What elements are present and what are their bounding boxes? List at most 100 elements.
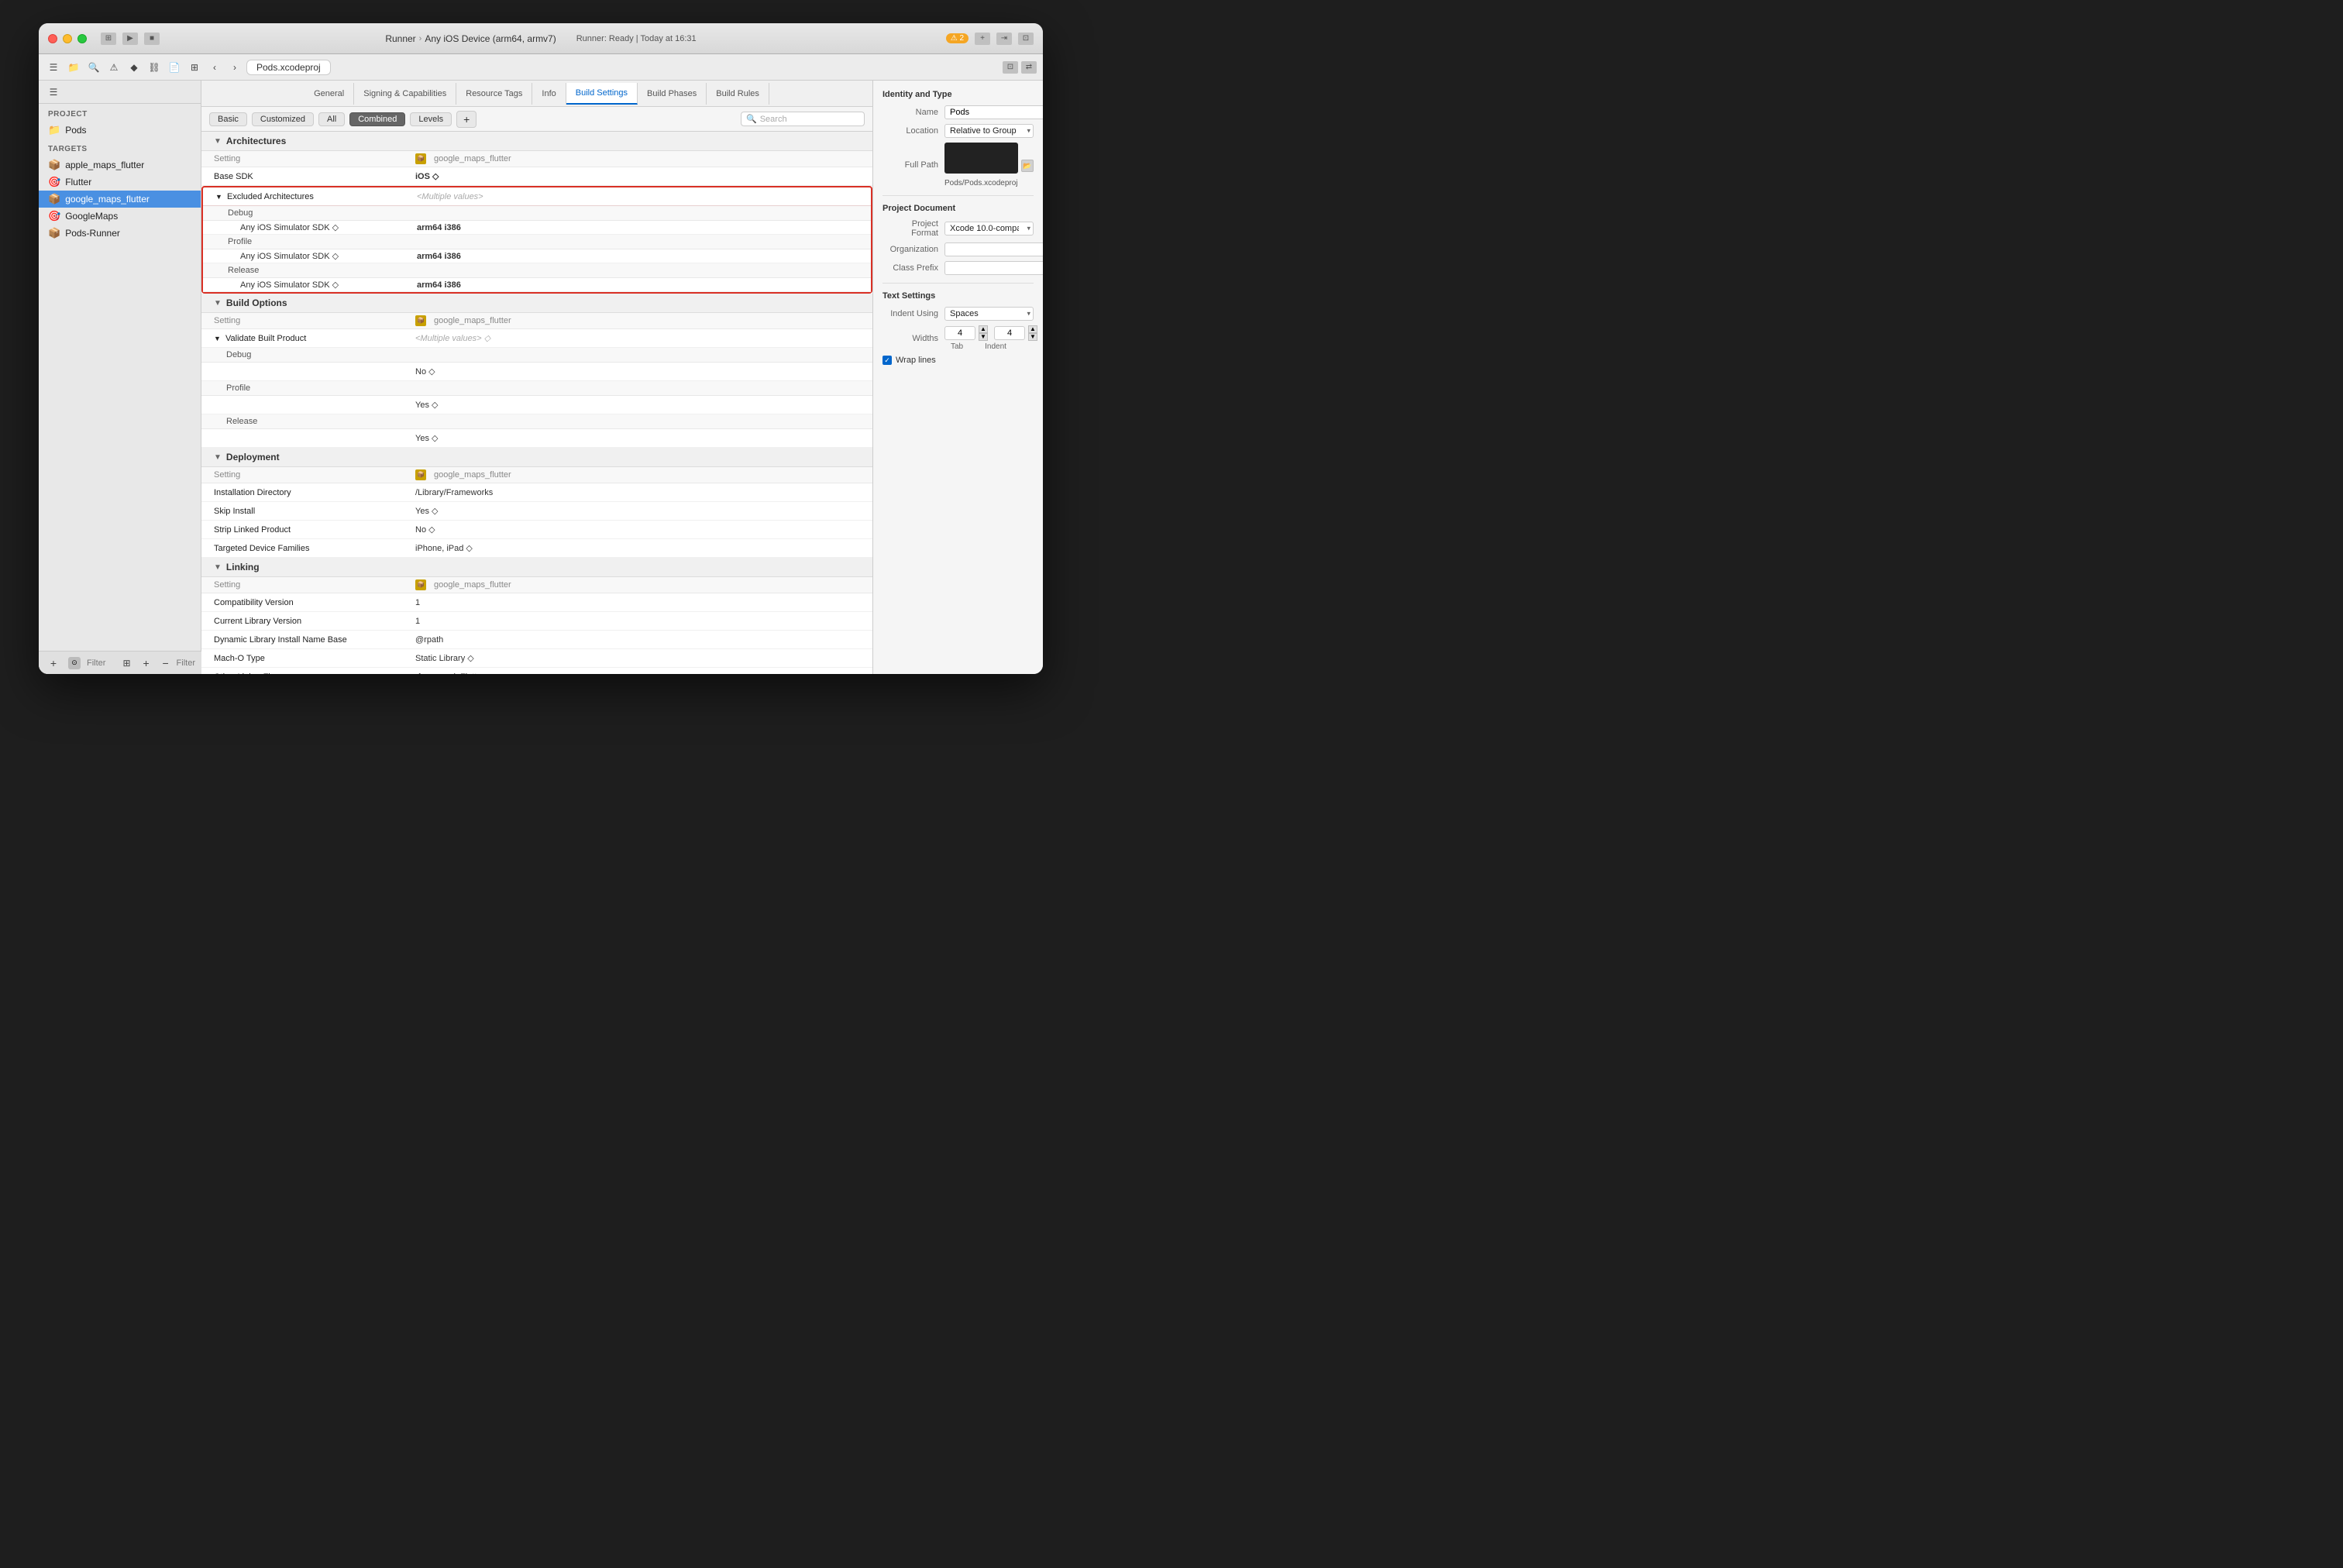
choose-path-btn[interactable]: 📂: [1021, 160, 1034, 172]
linking-header[interactable]: ▼ Linking: [201, 558, 872, 577]
debug-sim-row[interactable]: Any iOS Simulator SDK ◇ arm64 i386: [203, 221, 871, 235]
search-icon: 🔍: [746, 114, 757, 124]
filter-remove-btn[interactable]: −: [157, 655, 174, 672]
compat-version-row[interactable]: Compatibility Version 1: [201, 593, 872, 612]
filter-add-btn[interactable]: +: [138, 655, 155, 672]
filter-all-btn[interactable]: All: [318, 112, 345, 126]
name-input[interactable]: [944, 105, 1043, 119]
class-prefix-input[interactable]: [944, 261, 1043, 275]
tab-build-rules[interactable]: Build Rules: [707, 83, 769, 105]
breadcrumb-runner[interactable]: Runner: [385, 33, 415, 44]
validate-row[interactable]: ▼ Validate Built Product <Multiple value…: [201, 329, 872, 348]
dynamic-lib-row[interactable]: Dynamic Library Install Name Base @rpath: [201, 631, 872, 649]
indent-stepper-up[interactable]: ▲: [1028, 325, 1037, 333]
architectures-header[interactable]: ▼ Architectures: [201, 132, 872, 151]
sidebar-toggle-btn[interactable]: ☰: [45, 84, 62, 101]
tab-build-settings[interactable]: Build Settings: [566, 83, 638, 105]
layout-icon[interactable]: ⊡: [1018, 33, 1034, 45]
filter-levels-btn[interactable]: Levels: [410, 112, 452, 126]
filter-customized-btn[interactable]: Customized: [252, 112, 314, 126]
filter-combined-btn[interactable]: Combined: [349, 112, 405, 126]
minimize-button[interactable]: [63, 34, 72, 43]
maximize-button[interactable]: [77, 34, 87, 43]
other-linker-row[interactable]: Other Linker Flags -framework Flutter: [201, 668, 872, 674]
pkg-icon-2: 📦: [415, 315, 426, 326]
grid-btn[interactable]: ⊞: [186, 59, 203, 76]
tab-stepper-up[interactable]: ▲: [979, 325, 988, 333]
tab-resource-tags[interactable]: Resource Tags: [456, 83, 532, 105]
sidebar-show-btn[interactable]: ☰: [45, 59, 62, 76]
indent-width-input[interactable]: [994, 326, 1025, 340]
file-btn[interactable]: 📄: [166, 59, 183, 76]
deployment-title: Deployment: [226, 452, 280, 462]
install-dir-row[interactable]: Installation Directory /Library/Framewor…: [201, 483, 872, 502]
project-format-select[interactable]: Xcode 10.0-compatible: [944, 222, 1034, 236]
tab-signing[interactable]: Signing & Capabilities: [354, 83, 456, 105]
profile-sim-row[interactable]: Any iOS Simulator SDK ◇ arm64 i386: [203, 249, 871, 263]
back-btn[interactable]: ‹: [206, 59, 223, 76]
tab-width-input[interactable]: [944, 326, 975, 340]
indent-using-select[interactable]: Spaces: [944, 307, 1034, 321]
mach-o-row[interactable]: Mach-O Type Static Library ◇: [201, 649, 872, 668]
sidebar-item-apple-maps[interactable]: 📦 apple_maps_flutter: [39, 156, 201, 174]
indent-stepper-down[interactable]: ▼: [1028, 333, 1037, 341]
targets-section-header: TARGETS: [39, 139, 201, 156]
location-select[interactable]: Relative to Group: [944, 124, 1034, 138]
add-btn[interactable]: ⊞: [119, 655, 136, 672]
forward-btn[interactable]: ›: [226, 59, 243, 76]
tab-build-phases[interactable]: Build Phases: [638, 83, 707, 105]
class-prefix-row: Class Prefix: [882, 261, 1034, 275]
nav-arrows[interactable]: ⇄: [1021, 61, 1037, 74]
validate-profile-row[interactable]: Yes ◇: [201, 396, 872, 414]
sidebar-item-flutter[interactable]: 🎯 Flutter: [39, 174, 201, 191]
filter-search[interactable]: 🔍 Search: [741, 112, 865, 126]
current-lib-row[interactable]: Current Library Version 1: [201, 612, 872, 631]
widths-label: Widths: [882, 334, 938, 343]
link-btn[interactable]: ⛓: [146, 59, 163, 76]
add-target-btn[interactable]: +: [45, 655, 62, 672]
debug-sim-value: arm64 i386: [417, 223, 858, 232]
diamond-btn[interactable]: ◆: [126, 59, 143, 76]
titlebar-icons: ⊞ ▶ ■: [101, 33, 160, 45]
expand-icon[interactable]: ⊡: [1003, 61, 1018, 74]
base-sdk-row[interactable]: Base SDK iOS ◇: [201, 167, 872, 186]
deployment-header[interactable]: ▼ Deployment: [201, 448, 872, 467]
breadcrumb-device[interactable]: Any iOS Device (arm64, armv7): [425, 33, 556, 44]
targeted-device-row[interactable]: Targeted Device Families iPhone, iPad ◇: [201, 539, 872, 558]
wrap-lines-checkbox[interactable]: ✓: [882, 356, 892, 365]
folder-btn[interactable]: 📁: [65, 59, 82, 76]
sidebar-toggle-icon[interactable]: ⊞: [101, 33, 116, 45]
release-sim-row[interactable]: Any iOS Simulator SDK ◇ arm64 i386: [203, 278, 871, 292]
tab-info[interactable]: Info: [532, 83, 566, 105]
build-options-header[interactable]: ▼ Build Options: [201, 294, 872, 313]
base-sdk-name: Base SDK: [214, 172, 415, 181]
pkg-icon-4: 📦: [415, 579, 426, 590]
sidebar-item-pods-runner[interactable]: 📦 Pods-Runner: [39, 225, 201, 242]
skip-install-row[interactable]: Skip Install Yes ◇: [201, 502, 872, 521]
val-profile-value: Yes ◇: [415, 400, 860, 410]
strip-linked-name: Strip Linked Product: [214, 525, 415, 535]
excluded-arch-row[interactable]: ▼ Excluded Architectures <Multiple value…: [203, 187, 871, 206]
strip-linked-row[interactable]: Strip Linked Product No ◇: [201, 521, 872, 539]
warn-btn[interactable]: ⚠: [105, 59, 122, 76]
return-icon[interactable]: ⇥: [996, 33, 1012, 45]
sidebar-item-pods-project[interactable]: 📁 Pods: [39, 122, 201, 139]
filter-basic-btn[interactable]: Basic: [209, 112, 247, 126]
tab-stepper-down[interactable]: ▼: [979, 333, 988, 341]
active-file-tab[interactable]: Pods.xcodeproj: [246, 60, 331, 75]
install-dir-name: Installation Directory: [214, 488, 415, 497]
add-icon[interactable]: +: [975, 33, 990, 45]
find-btn[interactable]: 🔍: [85, 59, 102, 76]
deployment-section: ▼ Deployment Setting 📦 google_maps_flutt…: [201, 448, 872, 558]
organization-input[interactable]: [944, 242, 1043, 256]
close-button[interactable]: [48, 34, 57, 43]
validate-debug-row[interactable]: No ◇: [201, 363, 872, 381]
tab-general[interactable]: General: [304, 83, 354, 105]
sidebar-item-googlemaps[interactable]: 🎯 GoogleMaps: [39, 208, 201, 225]
validate-release-row[interactable]: Yes ◇: [201, 429, 872, 448]
filter-add-btn2[interactable]: +: [456, 111, 477, 128]
stop-icon[interactable]: ■: [144, 33, 160, 45]
play-icon[interactable]: ▶: [122, 33, 138, 45]
warning-badge[interactable]: ⚠ 2: [946, 33, 969, 43]
sidebar-item-google-maps[interactable]: 📦 google_maps_flutter: [39, 191, 201, 208]
